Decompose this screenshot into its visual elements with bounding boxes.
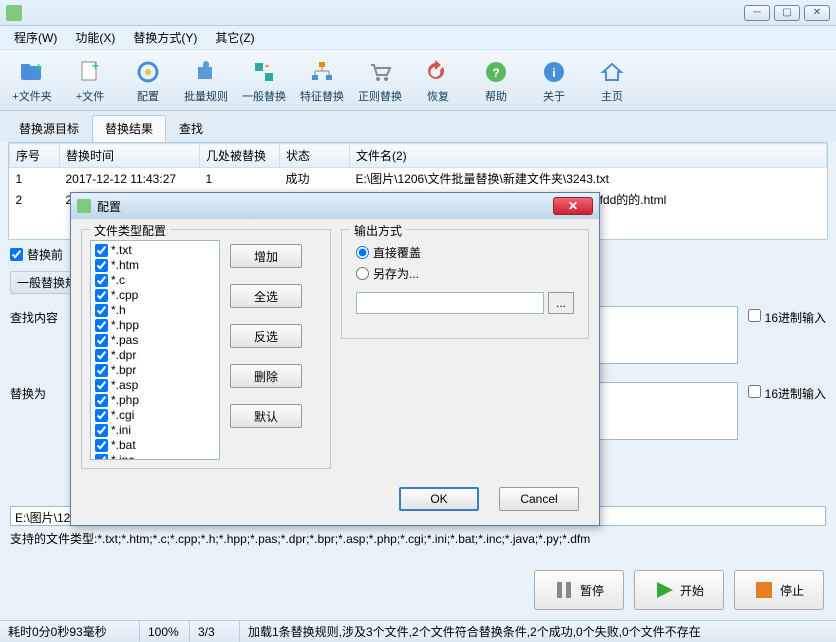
type-item[interactable]: *.htm	[93, 258, 217, 273]
type-item[interactable]: *.inc	[93, 453, 217, 460]
add-button[interactable]: 增加	[230, 244, 302, 268]
type-item[interactable]: *.dpr	[93, 348, 217, 363]
fieldset-file-types: 文件类型配置 *.txt*.htm*.c*.cpp*.h*.hpp*.pas*.…	[81, 229, 331, 469]
ok-button[interactable]: OK	[399, 487, 479, 511]
delete-button[interactable]: 删除	[230, 364, 302, 388]
type-item[interactable]: *.asp	[93, 378, 217, 393]
config-dialog: 配置 ✕ 文件类型配置 *.txt*.htm*.c*.cpp*.h*.hpp*.…	[70, 192, 600, 526]
dialog-titlebar[interactable]: 配置 ✕	[71, 193, 599, 219]
invert-button[interactable]: 反选	[230, 324, 302, 348]
saveas-input[interactable]	[356, 292, 544, 314]
type-item[interactable]: *.txt	[93, 243, 217, 258]
select-all-button[interactable]: 全选	[230, 284, 302, 308]
dialog-app-icon	[77, 199, 91, 213]
type-item[interactable]: *.bat	[93, 438, 217, 453]
cancel-button[interactable]: Cancel	[499, 487, 579, 511]
type-item[interactable]: *.cgi	[93, 408, 217, 423]
default-button[interactable]: 默认	[230, 404, 302, 428]
radio-saveas[interactable]: 另存为...	[356, 265, 574, 282]
type-item[interactable]: *.bpr	[93, 363, 217, 378]
fieldset-output: 输出方式 直接覆盖 另存为... ...	[341, 229, 589, 339]
legend-output: 输出方式	[350, 222, 406, 239]
legend-file-types: 文件类型配置	[90, 222, 170, 239]
dialog-title: 配置	[97, 198, 121, 215]
dialog-backdrop: 配置 ✕ 文件类型配置 *.txt*.htm*.c*.cpp*.h*.hpp*.…	[0, 0, 836, 642]
type-item[interactable]: *.h	[93, 303, 217, 318]
type-item[interactable]: *.hpp	[93, 318, 217, 333]
type-item[interactable]: *.php	[93, 393, 217, 408]
radio-overwrite[interactable]: 直接覆盖	[356, 244, 574, 261]
type-item[interactable]: *.ini	[93, 423, 217, 438]
type-item[interactable]: *.c	[93, 273, 217, 288]
file-type-list[interactable]: *.txt*.htm*.c*.cpp*.h*.hpp*.pas*.dpr*.bp…	[90, 240, 220, 460]
browse-button[interactable]: ...	[548, 292, 574, 314]
dialog-close-button[interactable]: ✕	[553, 197, 593, 215]
type-item[interactable]: *.pas	[93, 333, 217, 348]
type-item[interactable]: *.cpp	[93, 288, 217, 303]
